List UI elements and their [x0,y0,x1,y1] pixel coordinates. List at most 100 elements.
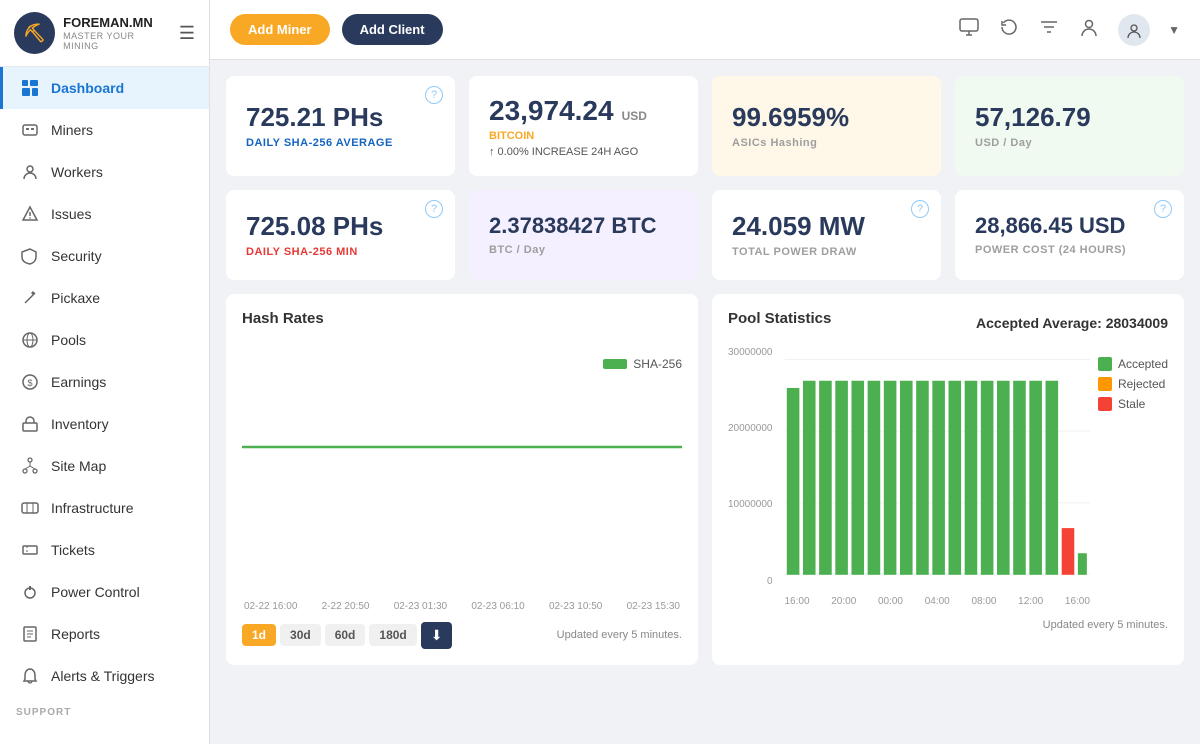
pool-legend-stale: Stale [1098,397,1168,411]
security-label: Security [51,248,102,264]
logo-area: ⛏ FOREMAN.MN MASTER YOUR MINING ☰ [0,0,209,67]
miners-label: Miners [51,122,93,138]
avatar[interactable] [1118,14,1150,46]
sidebar-item-reports[interactable]: Reports [0,613,209,655]
issues-label: Issues [51,206,91,222]
info-icon-7[interactable]: ? [911,200,929,218]
time-btn-180d[interactable]: 180d [369,624,416,646]
sidebar-item-pools[interactable]: Pools [0,319,209,361]
sidebar: ⛏ FOREMAN.MN MASTER YOUR MINING ☰ Dashbo… [0,0,210,744]
stat-value-sha256-min: 725.08 PHs [246,211,435,242]
tickets-label: Tickets [51,542,95,558]
main-area: Add Miner Add Client ▼ [210,0,1200,744]
stat-sublabel-bitcoin: BITCOIN [489,130,678,142]
filter-icon[interactable] [1038,16,1060,44]
sidebar-item-dashboard[interactable]: Dashboard [0,67,209,109]
stat-label-sha256-min: DAILY SHA-256 MIN [246,246,435,258]
alerts-icon [19,665,41,687]
info-icon-1[interactable]: ? [425,86,443,104]
pool-chart-header: Pool Statistics Accepted Average: 280340… [728,310,1168,337]
hashrate-chart-title: Hash Rates [242,310,682,327]
monitor-icon[interactable] [958,16,980,44]
sidebar-item-sitemap[interactable]: Site Map [0,445,209,487]
topbar-icons: ▼ [958,14,1180,46]
time-btn-30d[interactable]: 30d [280,624,321,646]
stat-label-power-cost: POWER COST (24 HOURS) [975,244,1164,256]
dashboard-icon [19,77,41,99]
stale-label: Stale [1118,397,1145,411]
stats-grid-row2: ? 725.08 PHs DAILY SHA-256 MIN 2.3783842… [226,190,1184,280]
sidebar-item-workers[interactable]: Workers [0,151,209,193]
issues-icon [19,203,41,225]
rejected-color [1098,377,1112,391]
sidebar-item-security[interactable]: Security [0,235,209,277]
stat-value-power-cost: 28,866.45 USD [975,213,1164,239]
user-dropdown-arrow[interactable]: ▼ [1168,23,1180,37]
stat-label-power-draw: TOTAL POWER DRAW [732,246,921,258]
infrastructure-icon [19,497,41,519]
stat-card-power-draw: ? 24.059 MW TOTAL POWER DRAW [712,190,941,280]
stat-currency: USD [622,109,647,123]
hashrate-chart-card: Hash Rates SHA-256 02-22 16:00 2-22 20:5… [226,294,698,665]
pool-xaxis: 16:00 20:00 00:00 04:00 08:00 12:00 16:0… [785,596,1090,607]
sitemap-label: Site Map [51,458,106,474]
pickaxe-icon [19,287,41,309]
stale-color [1098,397,1112,411]
stat-card-btc-day: 2.37838427 BTC BTC / Day [469,190,698,280]
stat-card-sha256-min: ? 725.08 PHs DAILY SHA-256 MIN [226,190,455,280]
infrastructure-label: Infrastructure [51,500,133,516]
info-icon-5[interactable]: ? [425,200,443,218]
sidebar-item-inventory[interactable]: Inventory [0,403,209,445]
pool-update-text: Updated every 5 minutes. [1043,619,1168,631]
logo-sub: MASTER YOUR MINING [63,31,171,51]
stat-value-bitcoin: 23,974.24 [489,94,614,128]
stat-card-power-cost: ? 28,866.45 USD POWER COST (24 HOURS) [955,190,1184,280]
stat-value-usd-day: 57,126.79 [975,102,1164,133]
stat-value-btc-day: 2.37838427 BTC [489,213,678,239]
hashrate-xaxis: 02-22 16:00 2-22 20:50 02-23 01:30 02-23… [242,601,682,612]
rejected-label: Rejected [1118,377,1165,391]
content-area: ? 725.21 PHs DAILY SHA-256 AVERAGE 23,97… [210,60,1200,744]
pool-bars-svg [785,347,1090,587]
accepted-label: Accepted [1118,357,1168,371]
pool-chart-card: Pool Statistics Accepted Average: 280340… [712,294,1184,665]
dashboard-label: Dashboard [51,80,124,96]
sidebar-item-powercontrol[interactable]: Power Control [0,571,209,613]
refresh-icon[interactable] [998,16,1020,44]
sidebar-item-infrastructure[interactable]: Infrastructure [0,487,209,529]
sidebar-item-miners[interactable]: Miners [0,109,209,151]
svg-text:$: $ [28,378,33,388]
add-miner-button[interactable]: Add Miner [230,14,330,45]
info-icon-8[interactable]: ? [1154,200,1172,218]
hamburger-icon[interactable]: ☰ [179,23,195,44]
earnings-label: Earnings [51,374,106,390]
charts-row: Hash Rates SHA-256 02-22 16:00 2-22 20:5… [226,294,1184,665]
sidebar-item-tickets[interactable]: Tickets [0,529,209,571]
sidebar-item-earnings[interactable]: $ Earnings [0,361,209,403]
pool-bars-area: 16:00 20:00 00:00 04:00 08:00 12:00 16:0… [785,347,1090,607]
workers-icon [19,161,41,183]
hashrate-chart-footer: 1d 30d 60d 180d ⬇ Updated every 5 minute… [242,622,682,649]
download-button[interactable]: ⬇ [421,622,453,649]
pool-chart-body: 30000000 20000000 10000000 0 [728,347,1168,607]
pool-legend-rejected: Rejected [1098,377,1168,391]
add-client-button[interactable]: Add Client [342,14,443,45]
sidebar-item-issues[interactable]: Issues [0,193,209,235]
stat-card-bitcoin: 23,974.24 USD BITCOIN ↑ 0.00% INCREASE 2… [469,76,698,176]
sha256-legend-label: SHA-256 [633,357,682,371]
pool-accepted-avg: Accepted Average: 28034009 [976,315,1168,331]
time-btn-1d[interactable]: 1d [242,624,276,646]
time-btn-60d[interactable]: 60d [325,624,366,646]
powercontrol-icon [19,581,41,603]
sidebar-item-pickaxe[interactable]: Pickaxe [0,277,209,319]
pools-icon [19,329,41,351]
sidebar-item-alerts[interactable]: Alerts & Triggers [0,655,209,697]
time-buttons: 1d 30d 60d 180d [242,624,417,646]
user-icon[interactable] [1078,16,1100,44]
stat-card-usd-day: 57,126.79 USD / Day [955,76,1184,176]
pool-legend: Accepted Rejected Stale [1098,347,1168,607]
pool-chart-footer: Updated every 5 minutes. [728,615,1168,633]
stat-value-sha256-avg: 725.21 PHs [246,102,435,133]
hashrate-update-text: Updated every 5 minutes. [557,629,682,641]
stats-grid: ? 725.21 PHs DAILY SHA-256 AVERAGE 23,97… [226,76,1184,176]
